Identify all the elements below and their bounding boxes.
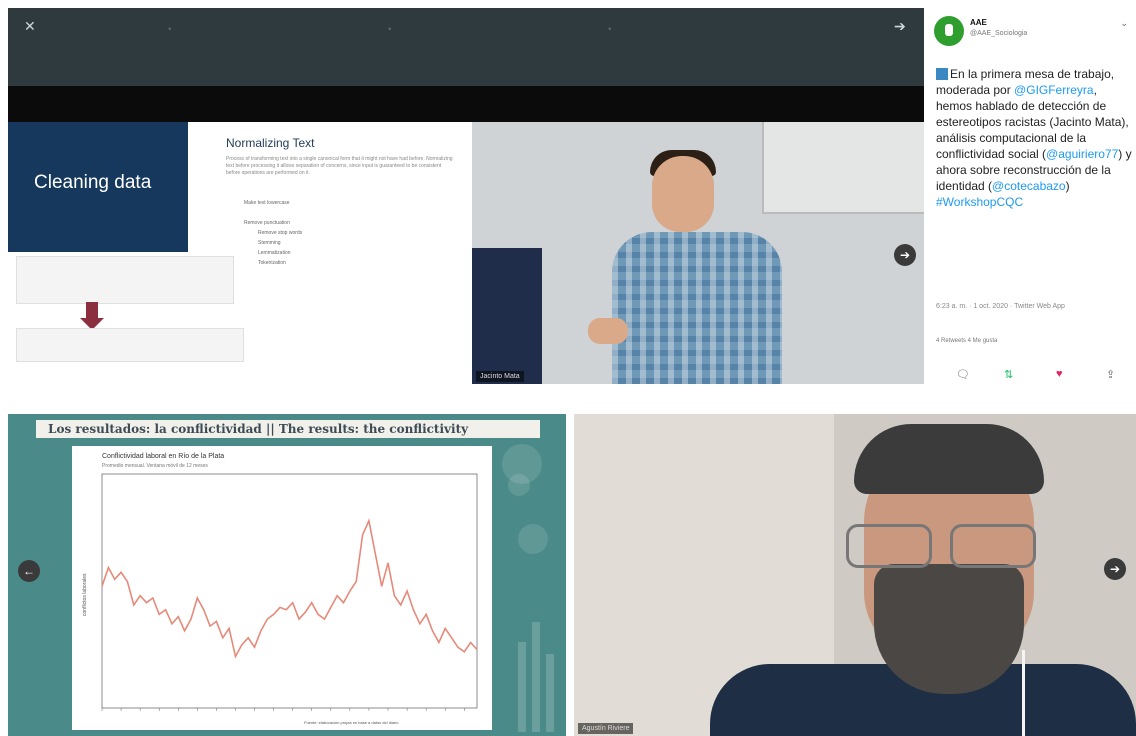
whiteboard <box>762 122 924 214</box>
mention-link[interactable]: @GIGFerreyra <box>1014 83 1094 97</box>
slide-heading: Normalizing Text <box>226 136 315 150</box>
decor-bubble <box>508 474 530 496</box>
avatar[interactable] <box>934 16 964 46</box>
slide-title-bar: Los resultados: la conflictividad || The… <box>36 420 540 438</box>
slide-paragraph: Process of transforming text into a sing… <box>226 156 453 176</box>
slide-bullet: Stemming <box>258 240 281 246</box>
y-axis-label: conflictos laborales <box>82 573 88 616</box>
code-box-output <box>16 328 244 362</box>
video-divider <box>8 86 924 122</box>
account-handle[interactable]: @AAE_Sociologia <box>970 30 1027 37</box>
chart-title: Conflictividad laboral en Río de la Plat… <box>102 453 224 460</box>
hashtag-link[interactable]: #WorkshopCQC <box>936 195 1023 209</box>
chart-source: Fuente: elaboración propia en base a dat… <box>304 720 399 725</box>
next-arrow-icon[interactable]: ➔ <box>1104 558 1126 580</box>
arrow-right-icon[interactable]: ➔ <box>894 18 906 35</box>
chart-panel: Conflictividad laboral en Río de la Plat… <box>72 446 492 730</box>
earphone-cord <box>1022 650 1025 736</box>
toolbar-dim-icon: ▪ <box>388 24 392 35</box>
plot-frame <box>101 473 478 709</box>
chart-subtitle: Promedio mensual. Ventana móvil de 12 me… <box>102 463 208 469</box>
code-box-input <box>16 256 234 304</box>
mention-link[interactable]: @aguiriero77 <box>1046 147 1118 161</box>
chair <box>472 248 542 384</box>
line-chart: Conflictividad laboral en Río de la Plat… <box>82 453 478 725</box>
toolbar-dim-icon: ▪ <box>168 24 172 35</box>
slide-title: Cleaning data <box>34 172 152 193</box>
close-icon[interactable]: ✕ <box>24 18 36 35</box>
account-name[interactable]: AAE <box>970 18 987 27</box>
slide-bullet: Lemmatization <box>258 250 291 256</box>
like-icon[interactable]: ♥ <box>1056 368 1063 380</box>
prev-arrow-icon[interactable]: ← <box>18 560 40 582</box>
decor-bar <box>518 642 526 732</box>
decor-bar <box>532 622 540 732</box>
reply-icon[interactable]: 🗨 <box>956 368 970 381</box>
toolbar-dim-icon: ▪ <box>608 24 612 35</box>
series-line <box>101 518 478 659</box>
share-icon[interactable]: ⇪ <box>1106 368 1115 381</box>
retweet-icon[interactable]: ⇅ <box>1004 368 1013 381</box>
more-icon[interactable]: ⌄ <box>1120 18 1128 29</box>
participant-hand <box>588 318 628 344</box>
emoji-icon <box>936 68 948 80</box>
tweet-text: En la primera mesa de trabajo, moderada … <box>936 66 1134 210</box>
slide-title-block: Cleaning data <box>8 122 188 252</box>
participant-beard <box>874 564 1024 694</box>
participant-shirt <box>612 232 782 384</box>
slide-bullet: Tokenization <box>258 260 286 266</box>
glasses-lens <box>950 524 1036 568</box>
shared-slide-conflictivity: Los resultados: la conflictividad || The… <box>8 414 566 736</box>
slide-bullet: Make text lowercase <box>244 200 290 206</box>
tweet-stats: 4 Retweets 4 Me gusta <box>936 338 998 344</box>
tweet-text-part: ) <box>1065 179 1070 193</box>
next-arrow-icon[interactable]: ➔ <box>894 244 916 266</box>
participant-name-label: Jacinto Mata <box>476 371 524 382</box>
mention-link[interactable]: @cotecabazo <box>992 179 1066 193</box>
gallery-gap <box>0 400 1136 414</box>
participant-video-2: Agustín Riviere <box>574 414 1136 736</box>
decor-bubble <box>518 524 548 554</box>
tweet-timestamp: 6:23 a. m. · 1 oct. 2020 · Twitter Web A… <box>936 303 1065 310</box>
slide-bullet: Remove punctuation <box>244 220 290 226</box>
glasses <box>846 524 1046 568</box>
tweet-card: AAE @AAE_Sociologia ⌄ En la primera mesa… <box>926 8 1136 400</box>
participant-head <box>652 156 714 232</box>
participant-hair <box>854 424 1044 494</box>
glasses-lens <box>846 524 932 568</box>
decor-bar <box>546 654 554 732</box>
participant-name-label: Agustín Riviere <box>578 723 634 734</box>
shared-slide-cleaning-data: Cleaning data Normalizing Text Process o… <box>8 122 468 384</box>
slide-title: Los resultados: la conflictividad || The… <box>48 422 469 436</box>
slide-bullet: Remove stop words <box>258 230 303 236</box>
meeting-toolbar: ✕ ➔ ▪ ▪ ▪ <box>8 8 924 86</box>
participant-video-1: Jacinto Mata <box>472 122 924 384</box>
